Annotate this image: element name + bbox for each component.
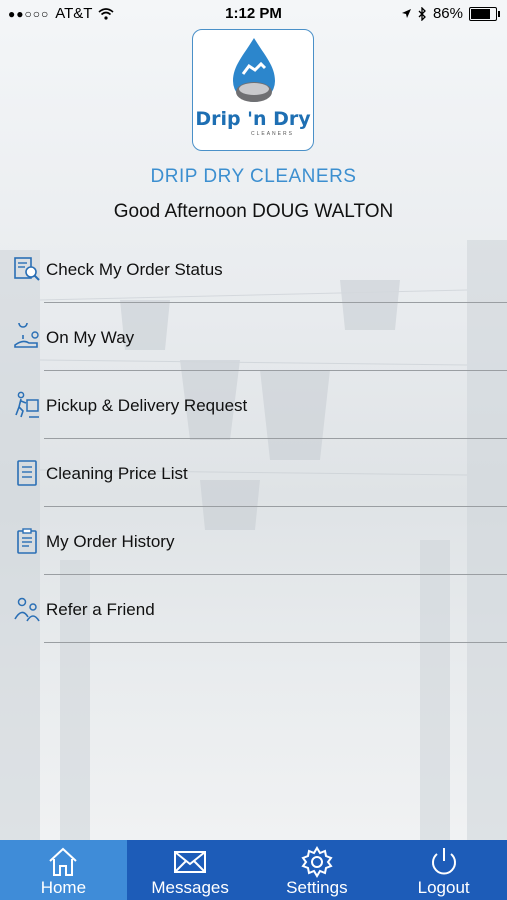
main-menu: Check My Order Status On My Way Pickup &… — [0, 236, 507, 644]
tab-messages[interactable]: Messages — [126, 840, 254, 900]
greeting-text: Good Afternoon DOUG WALTON — [113, 201, 394, 222]
home-icon — [49, 847, 78, 876]
divider — [44, 574, 507, 575]
menu-item-cleaning-price-list[interactable]: Cleaning Price List — [0, 440, 507, 508]
menu-item-on-my-way[interactable]: On My Way — [0, 304, 507, 372]
refer-friend-icon — [14, 597, 40, 622]
divider — [44, 302, 507, 303]
menu-item-label: Cleaning Price List — [46, 464, 188, 483]
order-history-icon — [17, 528, 37, 554]
menu-item-label: On My Way — [46, 328, 135, 347]
divider — [44, 642, 507, 643]
bottom-tab-bar: Home Messages Settings Logout — [0, 840, 507, 900]
menu-item-label: Pickup & Delivery Request — [46, 396, 248, 415]
menu-item-refer-friend[interactable]: Refer a Friend — [0, 576, 507, 644]
menu-item-label: Refer a Friend — [46, 600, 155, 619]
battery-fill — [471, 8, 490, 19]
menu-item-label: My Order History — [46, 532, 175, 551]
pickup-delivery-icon — [15, 391, 39, 418]
menu-item-order-history[interactable]: My Order History — [0, 508, 507, 576]
price-list-icon — [17, 460, 37, 486]
company-name: DRIP DRY CLEANERS — [150, 166, 357, 187]
tab-label: Logout — [417, 878, 470, 897]
battery-icon — [469, 6, 500, 21]
divider — [44, 370, 507, 371]
tab-settings[interactable]: Settings — [253, 840, 381, 900]
menu-item-label: Check My Order Status — [46, 260, 223, 279]
divider — [44, 506, 507, 507]
gear-icon — [301, 846, 333, 878]
envelope-icon — [174, 851, 207, 873]
tab-home[interactable]: Home — [0, 840, 127, 900]
tab-label: Settings — [286, 878, 348, 897]
order-status-icon — [14, 257, 40, 281]
power-icon — [431, 848, 456, 875]
logo-subtext: CLEANERS — [251, 131, 294, 137]
tab-label: Home — [40, 878, 87, 897]
battery-percent: 86% — [432, 5, 463, 22]
tab-label: Messages — [151, 878, 229, 897]
menu-item-pickup-delivery[interactable]: Pickup & Delivery Request — [0, 372, 507, 440]
water-drop-icon — [233, 38, 275, 102]
menu-item-check-order-status[interactable]: Check My Order Status — [0, 236, 507, 304]
logo-wordmark: Drip 'n Dry — [195, 108, 311, 130]
tab-logout[interactable]: Logout — [380, 840, 507, 900]
location-arrow-icon — [401, 9, 411, 18]
app-logo: Drip 'n Dry CLEANERS — [192, 29, 314, 151]
status-bar: ●●○○○ AT&T 1:12 PM 86% — [0, 0, 507, 28]
divider — [44, 438, 507, 439]
bluetooth-icon — [418, 6, 426, 21]
on-my-way-icon — [14, 323, 39, 348]
